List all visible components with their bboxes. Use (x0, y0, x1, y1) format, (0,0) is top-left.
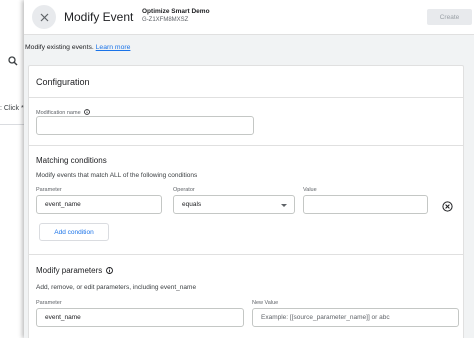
property-id: G-Z1XFM8MXSZ (142, 17, 189, 23)
divider (29, 145, 463, 146)
search-icon (8, 55, 18, 69)
configuration-card: Configuration Modification name Matching… (28, 65, 464, 338)
modification-name-input[interactable] (36, 116, 254, 135)
info-text: Modify existing events. Learn more (25, 44, 130, 51)
operator-value: equals (182, 201, 202, 208)
panel-header: Modify Event Optimize Smart Demo G-Z1XFM… (24, 0, 474, 35)
new-value-input[interactable]: Example: [[source_parameter_name]] or ab… (252, 308, 459, 327)
background-row-text: : Click * (0, 105, 24, 112)
background-divider (0, 124, 24, 125)
parameter-label: Parameter (36, 300, 62, 306)
background-app: : Click * (0, 0, 24, 338)
close-button[interactable] (32, 5, 56, 29)
learn-more-link[interactable]: Learn more (96, 44, 131, 51)
condition-operator-select[interactable]: equals (173, 195, 295, 214)
value-label: Value (303, 187, 317, 193)
modification-name-label: Modification name (36, 108, 91, 116)
help-icon[interactable] (106, 267, 114, 276)
divider (29, 254, 463, 255)
add-condition-button[interactable]: Add condition (39, 223, 109, 241)
chevron-down-icon (281, 204, 287, 207)
matching-conditions-title: Matching conditions (36, 156, 107, 165)
parameter-input[interactable]: event_name (36, 308, 244, 327)
remove-circle-icon[interactable] (442, 199, 453, 212)
modify-parameters-title: Modify parameters (36, 266, 114, 276)
property-name: Optimize Smart Demo (142, 8, 210, 15)
page-title: Modify Event (64, 10, 134, 24)
condition-value-input[interactable] (303, 195, 428, 214)
divider (29, 97, 463, 98)
modify-parameters-description: Add, remove, or edit parameters, includi… (36, 284, 197, 291)
condition-parameter-input[interactable]: event_name (36, 195, 162, 214)
close-icon (40, 13, 48, 21)
configuration-title: Configuration (36, 77, 90, 87)
create-button[interactable]: Create (427, 9, 472, 25)
parameter-label: Parameter (36, 187, 62, 193)
operator-label: Operator (173, 187, 195, 193)
info-description: Modify existing events. (25, 44, 94, 51)
new-value-label: New Value (252, 300, 279, 306)
matching-conditions-description: Modify events that match ALL of the foll… (36, 172, 198, 179)
modify-event-panel: Modify Event Optimize Smart Demo G-Z1XFM… (24, 0, 474, 338)
